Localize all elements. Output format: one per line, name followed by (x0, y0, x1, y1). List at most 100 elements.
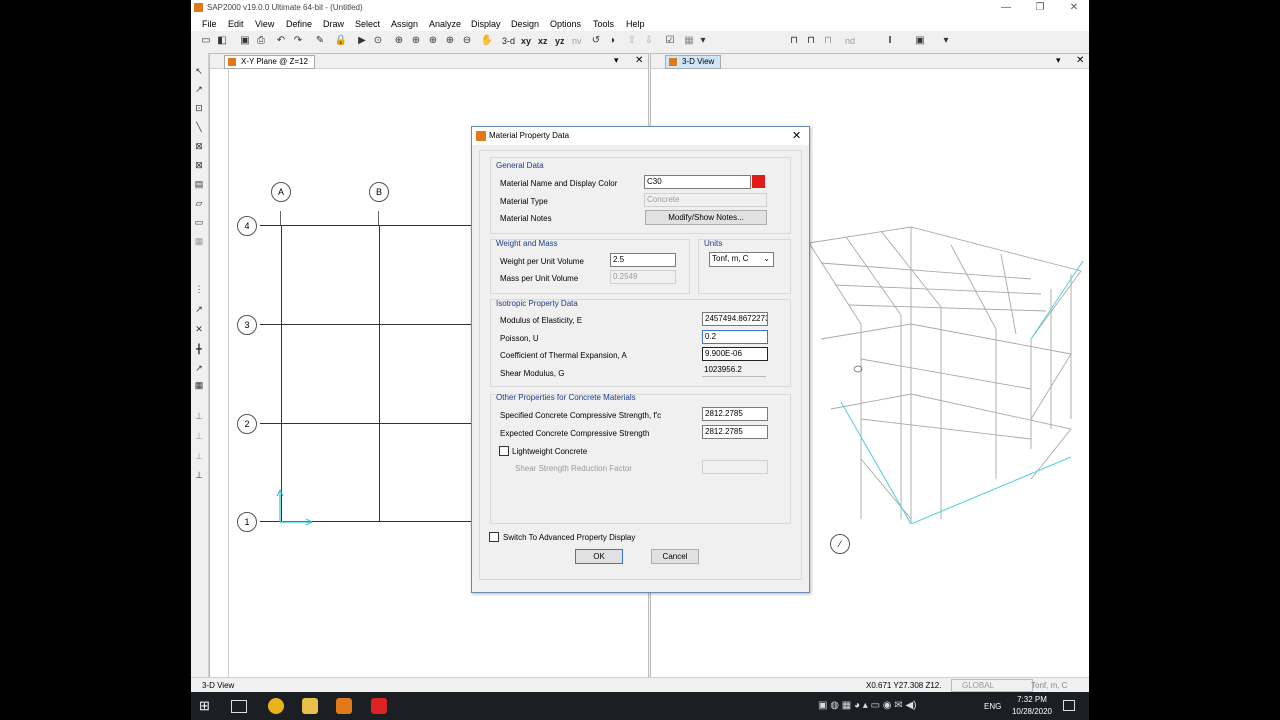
fc-field[interactable]: 2812.2785 (702, 407, 768, 421)
panel-menu-arrow-icon[interactable]: ▾ (614, 55, 619, 66)
menu-design[interactable]: Design (511, 19, 539, 29)
menu-define[interactable]: Define (286, 19, 312, 29)
pointer-icon[interactable]: ↖ (193, 65, 205, 77)
text-cursor-icon[interactable]: I (883, 34, 897, 48)
restore-button[interactable]: ❐ (1031, 2, 1049, 14)
show-undeformed-icon[interactable]: ☑ (663, 34, 677, 48)
undo-icon[interactable]: ↶ (274, 34, 288, 48)
snap-icon[interactable]: ↗ (193, 362, 205, 374)
select-all-icon[interactable]: ⋮ (193, 283, 205, 295)
lightweight-checkbox[interactable] (499, 446, 509, 456)
redo-icon[interactable]: ↷ (291, 34, 305, 48)
restraints-icon[interactable]: ▦ (193, 379, 205, 391)
menu-display[interactable]: Display (471, 19, 501, 29)
menu-file[interactable]: File (202, 19, 217, 29)
draw-braces-icon[interactable]: ⊠ (193, 159, 205, 171)
zoom-window-icon[interactable]: ⊕ (392, 34, 406, 48)
assign-fixed-icon[interactable]: ⊥ (193, 430, 205, 442)
view-nv-button[interactable]: nv (572, 36, 582, 46)
pan-hand-icon[interactable]: ✋ (480, 34, 494, 48)
frame-section-icon[interactable]: ⊓ (804, 34, 818, 48)
assign-restraint-icon[interactable]: ⊥ (193, 410, 205, 422)
display-tables-icon[interactable]: ▣ (913, 34, 927, 48)
zoom-restore-icon[interactable]: ⊖ (460, 34, 474, 48)
more-dropdown-icon[interactable]: ▾ (939, 34, 953, 48)
menu-view[interactable]: View (255, 19, 274, 29)
menu-select[interactable]: Select (355, 19, 380, 29)
view-xy-button[interactable]: xy (521, 36, 531, 46)
run-now-icon[interactable]: ⊙ (371, 34, 385, 48)
pdf-reader-icon[interactable] (371, 698, 387, 714)
draw-poly-area-icon[interactable]: ▱ (193, 197, 205, 209)
units-select[interactable]: Tonf, m, C ⌄ (709, 252, 774, 267)
material-name-field[interactable]: C30 (644, 175, 751, 189)
clock-time[interactable]: 7:32 PM (1012, 695, 1052, 704)
zoom-out-icon[interactable]: ⊕ (443, 34, 457, 48)
cable-icon[interactable]: ⊓ (821, 34, 835, 48)
quick-draw-area-icon[interactable]: ▦ (193, 235, 205, 247)
draw-secondary-beams-icon[interactable]: ▤ (193, 178, 205, 190)
menu-analyze[interactable]: Analyze (429, 19, 461, 29)
poisson-field[interactable]: 0.2 (702, 330, 768, 344)
lock-icon[interactable]: 🔒 (334, 34, 348, 48)
menu-tools[interactable]: Tools (593, 19, 614, 29)
move-up-icon[interactable]: ⇧ (625, 34, 639, 48)
ok-button[interactable]: OK (575, 549, 623, 564)
menu-edit[interactable]: Edit (228, 19, 244, 29)
zoom-previous-icon[interactable]: ⊕ (409, 34, 423, 48)
zoom-in-icon[interactable]: ⊕ (426, 34, 440, 48)
rotate-ccw-icon[interactable]: ↺ (589, 34, 603, 48)
close-button[interactable]: ✕ (1065, 2, 1083, 14)
language-indicator[interactable]: ENG (984, 702, 1001, 711)
open-file-icon[interactable]: ◧ (215, 34, 229, 48)
view-yz-button[interactable]: yz (555, 36, 565, 46)
material-color-swatch[interactable] (752, 175, 765, 188)
task-view-icon[interactable] (231, 700, 247, 713)
coordinate-system-select[interactable]: GLOBAL (951, 679, 1033, 692)
dropdown-arrow-icon[interactable]: ▾ (696, 34, 710, 48)
expected-fc-field[interactable]: 2812.2785 (702, 425, 768, 439)
status-units-select[interactable]: Tonf, m, C (1031, 681, 1067, 690)
minimize-button[interactable]: — (997, 2, 1015, 14)
menu-help[interactable]: Help (626, 19, 645, 29)
menu-assign[interactable]: Assign (391, 19, 418, 29)
advanced-display-checkbox[interactable] (489, 532, 499, 542)
sap2000-taskbar-icon[interactable] (336, 698, 352, 714)
refresh-window-icon[interactable]: ✎ (313, 34, 327, 48)
print-icon[interactable]: ⎙ (254, 34, 268, 48)
dialog-close-icon[interactable]: ✕ (792, 129, 801, 142)
thermal-expansion-field[interactable]: 9.900E-06 (702, 347, 768, 361)
modify-notes-button[interactable]: Modify/Show Notes... (645, 210, 767, 225)
file-explorer-icon[interactable] (302, 698, 318, 714)
material-type-select[interactable]: Concrete (644, 193, 767, 207)
clock-date[interactable]: 10/28/2020 (1007, 707, 1057, 716)
reshape-icon[interactable]: ↗ (193, 83, 205, 95)
move-down-icon[interactable]: ⇩ (642, 34, 656, 48)
run-analysis-icon[interactable]: ▶ (355, 34, 369, 48)
select-previous-icon[interactable]: ↗ (193, 303, 205, 315)
perspective-icon[interactable]: ◑ (605, 34, 619, 48)
draw-rect-area-icon[interactable]: ▭ (193, 216, 205, 228)
tray-icons[interactable]: ▣ ◍ ▦ ◕ ▴ ▭ ◉ ✉ ◀) (818, 700, 916, 711)
tab-xy-plane[interactable]: X-Y Plane @ Z=12 (224, 55, 315, 69)
save-icon[interactable]: ▣ (238, 34, 252, 48)
tab-3d-view[interactable]: 3-D View (665, 55, 722, 69)
intersecting-line-icon[interactable]: ╋ (193, 343, 205, 355)
chrome-icon[interactable] (268, 698, 284, 714)
weight-per-volume-field[interactable]: 2.5 (610, 253, 676, 267)
modulus-elasticity-field[interactable]: 2457494.8672273 (702, 312, 768, 326)
windows-start-icon[interactable]: ⊞ (199, 699, 213, 713)
draw-joint-icon[interactable]: ⊡ (193, 102, 205, 114)
quick-draw-frame-icon[interactable]: ⊠ (193, 140, 205, 152)
frame-icon[interactable]: ⊓ (787, 34, 801, 48)
cancel-button[interactable]: Cancel (651, 549, 699, 564)
menu-draw[interactable]: Draw (323, 19, 344, 29)
panel-close-icon[interactable]: ✕ (635, 55, 643, 66)
display-options-icon[interactable]: ▦ (682, 34, 696, 48)
panel-menu-arrow-icon[interactable]: ▾ (1056, 55, 1061, 66)
menu-options[interactable]: Options (550, 19, 581, 29)
clear-selection-icon[interactable]: ✕ (193, 323, 205, 335)
nd-button[interactable]: nd (845, 36, 855, 46)
panel-close-icon[interactable]: ✕ (1076, 55, 1084, 66)
new-file-icon[interactable]: ▭ (199, 34, 213, 48)
